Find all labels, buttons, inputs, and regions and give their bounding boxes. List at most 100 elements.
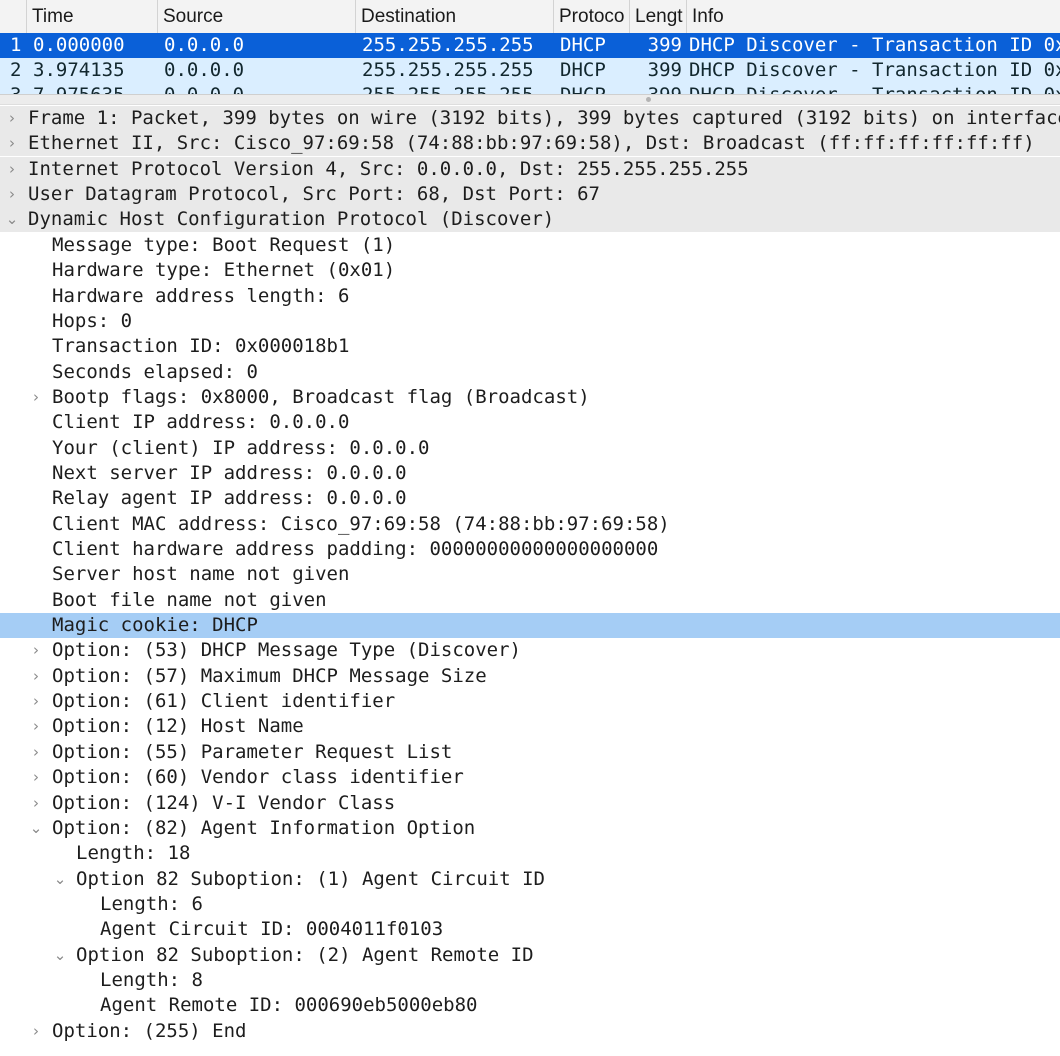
expand-arrow-right-icon[interactable]: › xyxy=(26,714,46,739)
detail-row[interactable]: › Option: (53) DHCP Message Type (Discove… xyxy=(0,638,1060,663)
detail-row[interactable]: › Option: (61) Client identifier xyxy=(0,689,1060,714)
detail-row-label: User Datagram Protocol, Src Port: 68, Ds… xyxy=(28,183,600,206)
detail-row-label: Magic cookie: DHCP xyxy=(52,614,258,636)
packet-time: 7.975635 xyxy=(33,83,125,94)
expand-arrow-right-icon[interactable]: › xyxy=(2,182,22,207)
detail-row[interactable]: Hardware address length: 6 xyxy=(0,284,1060,309)
detail-row[interactable]: ⌄ Dynamic Host Configuration Protocol (Di… xyxy=(0,207,1060,233)
detail-row[interactable]: › Option: (55) Parameter Request List xyxy=(0,740,1060,765)
packet-time: 0.000000 xyxy=(33,34,125,56)
expand-arrow-right-icon[interactable]: › xyxy=(2,157,22,182)
detail-row-label: Client hardware address padding: 0000000… xyxy=(52,538,659,560)
detail-row-label: Seconds elapsed: 0 xyxy=(52,360,258,383)
detail-row[interactable]: › Ethernet II, Src: Cisco_97:69:58 (74:88… xyxy=(0,131,1060,157)
detail-row[interactable]: Client hardware address padding: 0000000… xyxy=(0,537,1060,562)
column-header-info[interactable]: Info xyxy=(687,0,1060,33)
expand-arrow-right-icon[interactable]: › xyxy=(26,791,46,816)
detail-row-label: Length: 6 xyxy=(100,892,203,915)
detail-row-label: Ethernet II, Src: Cisco_97:69:58 (74:88:… xyxy=(28,132,1035,155)
detail-row[interactable]: Your (client) IP address: 0.0.0.0 xyxy=(0,436,1060,461)
detail-row[interactable]: › Option: (255) End xyxy=(0,1019,1060,1044)
packet-number: 1 xyxy=(10,34,22,56)
expand-arrow-right-icon[interactable]: › xyxy=(26,638,46,663)
detail-row[interactable]: ⌄ Option 82 Suboption: (2) Agent Remote I… xyxy=(0,943,1060,968)
detail-row[interactable]: › Option: (124) V-I Vendor Class xyxy=(0,791,1060,816)
detail-row[interactable]: Server host name not given xyxy=(0,562,1060,587)
packet-length: 399 xyxy=(630,83,682,94)
packet-list-header: Time Source Destination Protoco Lengt In… xyxy=(0,0,1060,34)
packet-protocol: DHCP xyxy=(560,34,606,56)
detail-row[interactable]: Length: 8 xyxy=(0,968,1060,993)
detail-row-label: Option: (57) Maximum DHCP Message Size xyxy=(52,664,487,687)
expand-arrow-down-icon[interactable]: ⌄ xyxy=(26,816,46,841)
expand-arrow-down-icon[interactable]: ⌄ xyxy=(2,207,22,232)
detail-row[interactable]: Length: 18 xyxy=(0,841,1060,866)
packet-protocol: DHCP xyxy=(560,59,606,81)
expand-arrow-right-icon[interactable]: › xyxy=(26,385,46,410)
packet-details-pane[interactable]: › Frame 1: Packet, 399 bytes on wire (319… xyxy=(0,106,1060,1056)
detail-row[interactable]: Client MAC address: Cisco_97:69:58 (74:8… xyxy=(0,512,1060,537)
detail-row-label: Option 82 Suboption: (2) Agent Remote ID xyxy=(76,943,534,966)
detail-row-label: Frame 1: Packet, 399 bytes on wire (3192… xyxy=(28,107,1060,129)
detail-row-label: Message type: Boot Request (1) xyxy=(52,233,396,256)
column-header-time[interactable]: Time xyxy=(27,0,158,33)
packet-row-selected[interactable]: 1 0.000000 0.0.0.0 255.255.255.255 DHCP … xyxy=(0,33,1060,58)
expand-arrow-right-icon[interactable]: › xyxy=(26,664,46,689)
packet-destination: 255.255.255.255 xyxy=(362,83,534,94)
detail-row-label: Option: (53) DHCP Message Type (Discover… xyxy=(52,639,521,662)
detail-row[interactable]: › Frame 1: Packet, 399 bytes on wire (319… xyxy=(0,106,1060,131)
detail-row-label: Hardware type: Ethernet (0x01) xyxy=(52,259,396,282)
detail-row[interactable]: Transaction ID: 0x000018b1 xyxy=(0,334,1060,359)
detail-row[interactable]: Relay agent IP address: 0.0.0.0 xyxy=(0,486,1060,511)
detail-row[interactable]: › Bootp flags: 0x8000, Broadcast flag (Br… xyxy=(0,385,1060,410)
detail-row[interactable]: Message type: Boot Request (1) xyxy=(0,233,1060,258)
detail-row[interactable]: Agent Circuit ID: 0004011f0103 xyxy=(0,917,1060,942)
expand-arrow-right-icon[interactable]: › xyxy=(2,131,22,156)
detail-row-label: Client IP address: 0.0.0.0 xyxy=(52,411,350,434)
detail-row-label: Length: 8 xyxy=(100,968,203,991)
expand-arrow-right-icon[interactable]: › xyxy=(26,689,46,714)
detail-row[interactable]: › User Datagram Protocol, Src Port: 68, D… xyxy=(0,182,1060,208)
detail-row[interactable]: › Option: (57) Maximum DHCP Message Size xyxy=(0,664,1060,689)
packet-protocol: DHCP xyxy=(560,83,606,94)
packet-row[interactable]: 2 3.974135 0.0.0.0 255.255.255.255 DHCP … xyxy=(0,58,1060,83)
detail-row-selected[interactable]: Magic cookie: DHCP xyxy=(0,613,1060,638)
detail-row[interactable]: Boot file name not given xyxy=(0,588,1060,613)
detail-row[interactable]: Hardware type: Ethernet (0x01) xyxy=(0,258,1060,283)
detail-row[interactable]: Seconds elapsed: 0 xyxy=(0,360,1060,385)
expand-arrow-right-icon[interactable]: › xyxy=(26,740,46,765)
packet-number: 3 xyxy=(10,83,21,94)
detail-row-label: Option: (55) Parameter Request List xyxy=(52,740,453,763)
detail-row-label: Client MAC address: Cisco_97:69:58 (74:8… xyxy=(52,512,670,535)
expand-arrow-right-icon[interactable]: › xyxy=(2,106,22,131)
detail-row[interactable]: Agent Remote ID: 000690eb5000eb80 xyxy=(0,993,1060,1018)
detail-row[interactable]: › Option: (60) Vendor class identifier xyxy=(0,765,1060,790)
packet-destination: 255.255.255.255 xyxy=(362,59,534,81)
detail-row[interactable]: ⌄ Option 82 Suboption: (1) Agent Circuit … xyxy=(0,867,1060,892)
detail-row[interactable]: Hops: 0 xyxy=(0,309,1060,334)
detail-row[interactable]: Length: 6 xyxy=(0,892,1060,917)
detail-row[interactable]: Client IP address: 0.0.0.0 xyxy=(0,410,1060,435)
packet-row[interactable]: 3 7.975635 0.0.0.0 255.255.255.255 DHCP … xyxy=(0,83,1060,94)
detail-row[interactable]: › Internet Protocol Version 4, Src: 0.0.0… xyxy=(0,156,1060,182)
packet-list-pane[interactable]: Time Source Destination Protoco Lengt In… xyxy=(0,0,1060,94)
expand-arrow-down-icon[interactable]: ⌄ xyxy=(50,867,70,892)
pane-splitter[interactable] xyxy=(0,94,1060,105)
detail-row[interactable]: ⌄ Option: (82) Agent Information Option xyxy=(0,816,1060,841)
splitter-grip-icon[interactable] xyxy=(646,97,651,102)
expand-arrow-down-icon[interactable]: ⌄ xyxy=(50,943,70,968)
detail-row[interactable]: Next server IP address: 0.0.0.0 xyxy=(0,461,1060,486)
column-header-protocol[interactable]: Protoco xyxy=(554,0,630,33)
column-header-destination[interactable]: Destination xyxy=(356,0,554,33)
detail-row-label: Option: (12) Host Name xyxy=(52,715,304,738)
column-header-length[interactable]: Lengt xyxy=(630,0,687,33)
detail-row-label: Server host name not given xyxy=(52,563,350,586)
packet-source: 0.0.0.0 xyxy=(164,59,245,81)
column-header-number[interactable] xyxy=(0,0,27,33)
detail-row[interactable]: › Option: (12) Host Name xyxy=(0,714,1060,739)
expand-arrow-right-icon[interactable]: › xyxy=(26,1019,46,1044)
expand-arrow-right-icon[interactable]: › xyxy=(26,765,46,790)
packet-source: 0.0.0.0 xyxy=(164,83,244,94)
column-header-source[interactable]: Source xyxy=(158,0,356,33)
packet-destination: 255.255.255.255 xyxy=(362,34,534,56)
